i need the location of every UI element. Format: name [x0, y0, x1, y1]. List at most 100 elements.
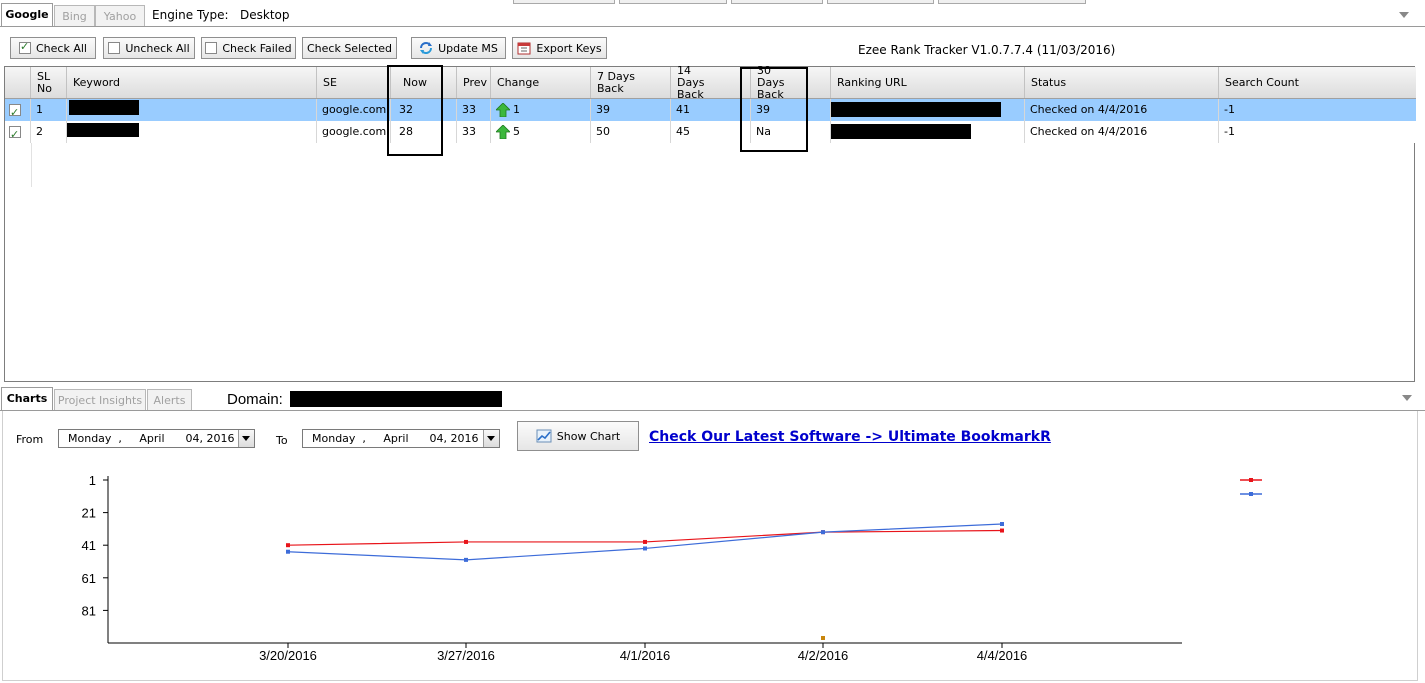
engine-type-label: Engine Type: — [152, 8, 229, 22]
data-point — [464, 557, 468, 562]
show-chart-label: Show Chart — [556, 429, 621, 443]
y-tick-label: 81 — [82, 603, 96, 618]
row-checkbox-cell[interactable] — [5, 99, 31, 121]
row-checkbox-cell[interactable] — [5, 121, 31, 143]
checkbox-checked-icon — [19, 40, 31, 54]
header-sl-no-label: SL No — [37, 69, 52, 95]
cell-keyword — [67, 99, 317, 121]
header-change-label: Change — [497, 75, 540, 89]
cell-se: google.com — [317, 121, 391, 143]
tab-charts[interactable]: Charts — [1, 387, 53, 410]
cell-search-count: -1 — [1224, 103, 1235, 116]
tab-project-insights[interactable]: Project Insights — [54, 389, 146, 410]
table-row[interactable]: 1 google.com 32 33 1 39 41 39 Checked on… — [5, 99, 1416, 121]
collapse-chevron-icon[interactable] — [1402, 395, 1412, 401]
uncheck-all-button[interactable]: Uncheck All — [103, 37, 195, 59]
change-value: 1 — [513, 103, 520, 116]
cell-keyword — [67, 121, 317, 143]
table-row[interactable]: 2 google.com 28 33 5 50 45 Na Checked on… — [5, 121, 1416, 143]
header-status-label: Status — [1031, 75, 1067, 89]
cell-sl-no: 1 — [31, 99, 67, 121]
header-keyword[interactable]: Keyword — [67, 67, 317, 98]
check-selected-button[interactable]: Check Selected — [302, 37, 397, 59]
cell-search-count: -1 — [1224, 125, 1235, 138]
x-tick-label: 4/4/2016 — [977, 648, 1028, 663]
toolbar-stub — [938, 0, 1086, 4]
x-tick-label: 4/2/2016 — [798, 648, 849, 663]
header-14-days-label: 14 Days Back — [677, 63, 705, 101]
y-tick-label: 1 — [89, 473, 96, 488]
legend-marker — [1249, 478, 1253, 482]
collapse-chevron-icon[interactable] — [1399, 12, 1409, 18]
from-date-picker[interactable]: Monday , April 04, 2016 — [58, 429, 255, 448]
chart-icon — [536, 429, 552, 443]
legend-marker — [1249, 492, 1253, 496]
export-keys-button[interactable]: Export Keys — [512, 37, 607, 59]
header-change[interactable]: Change — [491, 67, 591, 98]
dropdown-arrow-icon[interactable] — [238, 430, 254, 447]
check-all-button[interactable]: Check All — [10, 37, 96, 59]
rank-chart: 1 21 41 61 81 3/20/2016 3/27/2016 4/1/2016 4/2/2… — [82, 473, 1262, 663]
header-se-label: SE — [323, 75, 337, 89]
check-failed-button[interactable]: Check Failed — [201, 37, 296, 59]
to-date-value: Monday , April 04, 2016 — [312, 432, 479, 445]
toolbar-stub — [827, 0, 934, 4]
cell-status: Checked on 4/4/2016 — [1025, 121, 1219, 143]
data-point — [464, 539, 468, 544]
cell-status: Checked on 4/4/2016 — [1025, 99, 1219, 121]
header-14-days-back[interactable]: 14 Days Back — [671, 63, 751, 101]
highlight-box-now — [387, 65, 443, 156]
header-status[interactable]: Status — [1025, 67, 1219, 98]
row-checkbox[interactable] — [9, 102, 21, 121]
header-keyword-label: Keyword — [73, 75, 120, 89]
header-ranking-url-label: Ranking URL — [837, 75, 907, 89]
tab-yahoo[interactable]: Yahoo — [95, 5, 145, 26]
header-se[interactable]: SE — [317, 67, 391, 98]
tab-bing[interactable]: Bing — [54, 5, 95, 26]
dropdown-arrow-icon[interactable] — [483, 430, 499, 447]
cell-ranking-url — [831, 99, 1025, 121]
y-tick-label: 21 — [82, 506, 96, 521]
keyword-grid[interactable]: SL No Keyword SE Now Prev Change 7 Days … — [4, 63, 1416, 382]
redacted-url — [831, 102, 1001, 117]
row-checkbox[interactable] — [9, 124, 21, 143]
data-point — [286, 543, 290, 548]
header-prev[interactable]: Prev — [457, 67, 491, 98]
data-point — [1000, 528, 1004, 533]
tab-google[interactable]: Google — [1, 3, 53, 26]
y-tick-label: 61 — [82, 571, 96, 586]
cell-sl-no: 2 — [31, 121, 67, 143]
redacted-url — [831, 124, 971, 139]
header-7-days-back[interactable]: 7 Days Back — [591, 67, 671, 98]
cell-ranking-url — [831, 121, 1025, 143]
update-ms-button[interactable]: Update MS — [411, 37, 506, 59]
header-ranking-url[interactable]: Ranking URL — [831, 67, 1025, 98]
change-value: 5 — [513, 125, 520, 138]
header-search-count[interactable]: Search Count — [1219, 67, 1416, 98]
to-date-picker[interactable]: Monday , April 04, 2016 — [302, 429, 500, 448]
header-sl-no[interactable]: SL No — [31, 67, 67, 98]
toolbar-stub — [731, 0, 823, 4]
calendar-icon — [517, 42, 531, 55]
tab-alerts[interactable]: Alerts — [147, 389, 192, 410]
update-ms-label: Update MS — [438, 41, 498, 55]
x-tick-label: 4/1/2016 — [620, 648, 671, 663]
y-tick-label: 41 — [82, 538, 96, 553]
show-chart-button[interactable]: Show Chart — [517, 421, 639, 451]
cell-prev: 33 — [457, 121, 491, 143]
arrow-up-icon — [496, 103, 510, 117]
check-failed-label: Check Failed — [222, 41, 292, 55]
cell-14-days: 41 — [671, 99, 751, 121]
marker-point — [821, 636, 825, 640]
cell-prev: 33 — [457, 99, 491, 121]
tab-strip-line — [0, 26, 1425, 27]
checkbox-empty-icon — [108, 42, 121, 54]
from-date-value: Monday , April 04, 2016 — [68, 432, 235, 445]
data-point — [821, 530, 825, 535]
cell-change: 1 — [491, 99, 591, 121]
toolbar-stub — [513, 0, 615, 4]
cell-14-days: 45 — [671, 121, 751, 143]
header-search-count-label: Search Count — [1225, 75, 1299, 89]
redacted-keyword — [69, 100, 139, 115]
promo-link[interactable]: Check Our Latest Software -> Ultimate Bo… — [649, 429, 1051, 445]
